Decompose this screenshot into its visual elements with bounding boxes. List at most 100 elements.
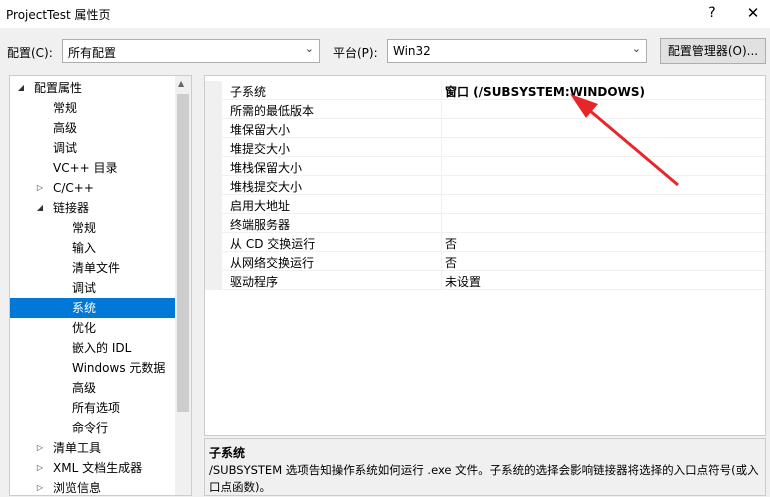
tree-item[interactable]: 清单文件 (10, 258, 175, 278)
tree-item[interactable]: 命令行 (10, 418, 175, 438)
property-row[interactable]: 子系统 窗口 (/SUBSYSTEM:WINDOWS) (205, 81, 765, 100)
property-value[interactable]: 否 (445, 235, 457, 252)
property-row[interactable]: 启用大地址 (205, 195, 765, 214)
tree-item-label: 调试 (72, 281, 97, 295)
tree-item[interactable]: 系统 (10, 298, 175, 318)
row-gutter (205, 81, 222, 100)
tree-item-label: 命令行 (72, 421, 109, 435)
property-row[interactable]: 堆提交大小 (205, 138, 765, 157)
property-row[interactable]: 从网络交换运行 否 (205, 252, 765, 271)
column-divider (441, 271, 442, 290)
tree-item[interactable]: ▷ 清单工具 (10, 438, 175, 458)
tree-item[interactable]: 所有选项 (10, 398, 175, 418)
scrollbar-thumb[interactable] (177, 94, 189, 412)
property-name: 终端服务器 (230, 218, 291, 232)
collapsed-icon[interactable]: ▷ (35, 478, 45, 495)
tree-item[interactable]: 高级 (10, 378, 175, 398)
property-row[interactable]: 从 CD 交换运行 否 (205, 233, 765, 252)
tree-item[interactable]: 调试 (10, 278, 175, 298)
config-value: 所有配置 (68, 46, 117, 60)
tree-item-label: 常规 (72, 221, 97, 235)
property-value[interactable]: 窗口 (/SUBSYSTEM:WINDOWS) (445, 83, 645, 100)
tree-item[interactable]: 常规 (10, 218, 175, 238)
row-gutter (205, 252, 222, 271)
tree-item[interactable]: ▷ C/C++ (10, 178, 175, 198)
tree-item-label: 浏览信息 (53, 481, 102, 495)
row-gutter (205, 119, 222, 138)
window-title: ProjectTest 属性页 (6, 8, 111, 22)
tree-item[interactable]: 输入 (10, 238, 175, 258)
tree-item-label: XML 文档生成器 (53, 461, 143, 475)
row-gutter (205, 271, 222, 290)
property-name: 所需的最低版本 (230, 104, 315, 118)
collapsed-icon[interactable]: ▷ (35, 458, 45, 478)
tree-item[interactable]: 高级 (10, 118, 175, 138)
tree-item-label: 优化 (72, 321, 97, 335)
row-gutter (205, 233, 222, 252)
tree-item[interactable]: ▷ 浏览信息 (10, 478, 175, 495)
platform-label: 平台(P): (333, 46, 378, 60)
tree-item-label: 配置属性 (34, 81, 83, 95)
tree-scrollbar[interactable]: ▲ (175, 76, 191, 495)
tree-item-label: 嵌入的 IDL (72, 341, 132, 355)
help-button[interactable]: ? (700, 2, 724, 24)
property-row[interactable]: 堆栈保留大小 (205, 157, 765, 176)
chevron-down-icon: ⌄ (631, 42, 641, 55)
property-name: 从网络交换运行 (230, 256, 315, 270)
property-row[interactable]: 驱动程序 未设置 (205, 271, 765, 290)
tree-item[interactable]: 嵌入的 IDL (10, 338, 175, 358)
tree-item-label: 输入 (72, 241, 97, 255)
row-gutter (205, 138, 222, 157)
tree-item[interactable]: 常规 (10, 98, 175, 118)
column-divider (441, 157, 442, 176)
column-divider (441, 233, 442, 252)
property-row[interactable]: 所需的最低版本 (205, 100, 765, 119)
title-bar: ProjectTest 属性页 ? ✕ (0, 0, 770, 28)
config-dropdown[interactable]: 所有配置 ⌄ (62, 39, 320, 63)
config-label: 配置(C): (7, 46, 53, 60)
expanded-icon[interactable]: ◢ (16, 78, 26, 98)
property-name: 堆提交大小 (230, 142, 291, 156)
row-gutter (205, 100, 222, 119)
property-name: 堆栈保留大小 (230, 161, 303, 175)
tree-item-label: 高级 (53, 121, 78, 135)
column-divider (441, 100, 442, 119)
property-row[interactable]: 终端服务器 (205, 214, 765, 233)
tree-item-label: 系统 (72, 301, 97, 315)
property-name: 子系统 (230, 85, 267, 99)
platform-dropdown[interactable]: Win32 ⌄ (387, 39, 647, 63)
tree-item[interactable]: ◢ 配置属性 (10, 78, 175, 98)
property-name: 堆保留大小 (230, 123, 291, 137)
property-tree[interactable]: ◢ 配置属性 常规 高级 调试 VC++ 目录 ▷ C/C++ ◢ 链接器 常规 输入 清单文件 调试 系统… (9, 75, 192, 496)
tree-item-label: 常规 (53, 101, 78, 115)
tree-item[interactable]: 调试 (10, 138, 175, 158)
tree-item-label: 链接器 (53, 201, 90, 215)
tree-item[interactable]: VC++ 目录 (10, 158, 175, 178)
collapsed-icon[interactable]: ▷ (35, 178, 45, 198)
close-button[interactable]: ✕ (740, 2, 766, 24)
chevron-down-icon: ⌄ (304, 42, 314, 55)
property-name: 驱动程序 (230, 275, 279, 289)
tree-item[interactable]: ▷ XML 文档生成器 (10, 458, 175, 478)
collapsed-icon[interactable]: ▷ (35, 438, 45, 458)
property-name: 堆栈提交大小 (230, 180, 303, 194)
property-name: 启用大地址 (230, 199, 291, 213)
scroll-up-icon[interactable]: ▲ (178, 79, 184, 88)
property-row[interactable]: 堆栈提交大小 (205, 176, 765, 195)
tree-item-label: 高级 (72, 381, 97, 395)
column-divider (441, 252, 442, 271)
expanded-icon[interactable]: ◢ (35, 198, 45, 218)
description-text: /SUBSYSTEM 选项告知操作系统如何运行 .exe 文件。子系统的选择会影… (209, 463, 759, 494)
tree-item[interactable]: Windows 元数据 (10, 358, 175, 378)
property-value[interactable]: 否 (445, 254, 457, 271)
config-manager-button[interactable]: 配置管理器(O)... (660, 38, 766, 64)
tree-item[interactable]: ◢ 链接器 (10, 198, 175, 218)
property-value[interactable]: 未设置 (445, 273, 481, 290)
tree-item-label: Windows 元数据 (72, 361, 166, 375)
property-row[interactable]: 堆保留大小 (205, 119, 765, 138)
property-name: 从 CD 交换运行 (230, 237, 316, 251)
column-divider (441, 214, 442, 233)
column-divider (441, 119, 442, 138)
column-divider (441, 195, 442, 214)
tree-item[interactable]: 优化 (10, 318, 175, 338)
